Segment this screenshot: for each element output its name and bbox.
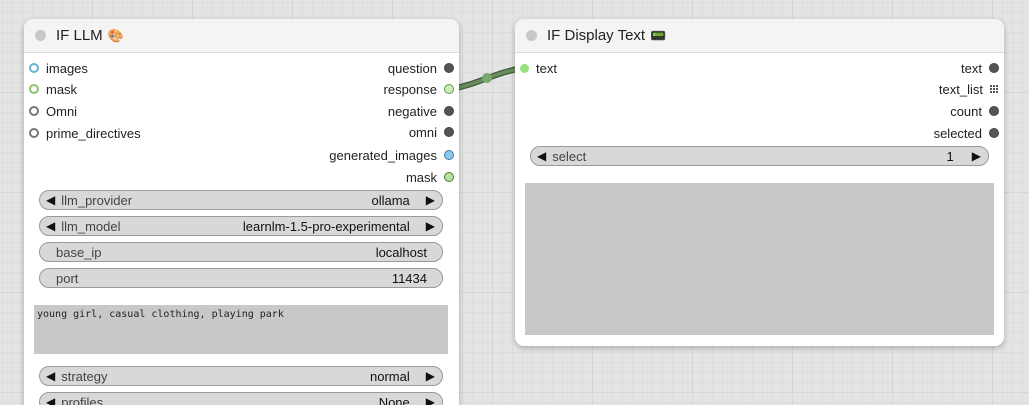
arrow-right-icon[interactable]: ▶ [954, 149, 988, 163]
output-slot-generated-images[interactable]: generated_images [329, 145, 454, 165]
widget-value: normal [370, 368, 410, 384]
profiles-combo[interactable]: ◀ profiles None ▶ [39, 392, 443, 405]
node-header[interactable]: IF LLM 🎨 [24, 19, 459, 53]
slot-label: mask [46, 81, 78, 97]
arrow-left-icon[interactable]: ◀ [40, 369, 61, 383]
widget-label: select [552, 148, 587, 164]
widget-label: llm_model [61, 218, 121, 234]
slot-label: text [961, 60, 982, 76]
text-display-area[interactable] [525, 183, 994, 335]
widget-label: profiles [61, 394, 104, 405]
input-slot-images[interactable]: images [29, 58, 88, 78]
widget-value: None [378, 394, 410, 405]
node-title: IF Display Text [547, 27, 646, 44]
input-socket-icon[interactable] [29, 106, 39, 116]
arrow-right-icon[interactable]: ▶ [410, 193, 442, 207]
llm-model-combo[interactable]: ◀ llm_model learnlm-1.5-pro-experimental… [39, 216, 443, 236]
output-socket-icon[interactable] [444, 172, 454, 182]
slot-label: count [950, 103, 982, 119]
input-slot-text[interactable]: text [520, 58, 557, 78]
collapse-toggle[interactable] [526, 30, 537, 41]
arrow-right-icon[interactable]: ▶ [410, 369, 442, 383]
arrow-left-icon[interactable]: ◀ [531, 149, 552, 163]
output-slot-count[interactable]: count [950, 101, 999, 121]
if-llm-node[interactable]: IF LLM 🎨 images mask Omni prime_directiv… [24, 19, 459, 405]
slot-label: text [536, 60, 557, 76]
slot-label: mask [405, 169, 437, 185]
output-slot-omni[interactable]: omni [409, 122, 454, 142]
output-socket-icon[interactable] [989, 63, 999, 73]
input-slot-mask[interactable]: mask [29, 79, 77, 99]
widget-value: 1 [946, 148, 954, 164]
slot-label: Omni [46, 103, 78, 119]
slot-label: question [387, 60, 437, 76]
output-socket-icon[interactable] [444, 84, 454, 94]
link-center-marker [482, 73, 492, 83]
list-grid-icon[interactable] [990, 84, 999, 94]
output-slot-mask[interactable]: mask [406, 167, 454, 187]
output-socket-icon[interactable] [989, 128, 999, 138]
slot-label: negative [387, 103, 437, 119]
widget-label: port [56, 270, 79, 286]
input-socket-icon[interactable] [29, 63, 39, 73]
widget-value: learnlm-1.5-pro-experimental [242, 218, 410, 234]
arrow-left-icon[interactable]: ◀ [40, 395, 61, 405]
output-slot-text-list[interactable]: text_list [939, 79, 999, 99]
arrow-right-icon[interactable]: ▶ [410, 219, 442, 233]
output-socket-icon[interactable] [444, 127, 454, 137]
collapse-toggle[interactable] [35, 30, 46, 41]
input-slot-prime-directives[interactable]: prime_directives [29, 123, 141, 143]
widget-value: 11434 [391, 270, 427, 286]
output-socket-icon[interactable] [989, 106, 999, 116]
slot-label: selected [933, 125, 982, 141]
palette-icon: 🎨 [107, 27, 124, 43]
input-slot-omni[interactable]: Omni [29, 101, 77, 121]
slot-label: omni [408, 124, 437, 140]
widget-label: llm_provider [61, 192, 133, 208]
widget-label: base_ip [56, 244, 102, 260]
prompt-textarea[interactable]: young girl, casual clothing, playing par… [34, 305, 448, 354]
widget-value: ollama [371, 192, 410, 208]
workflow-canvas[interactable]: IF LLM 🎨 images mask Omni prime_directiv… [0, 0, 1029, 405]
slot-label: text_list [938, 81, 983, 97]
select-stepper[interactable]: ◀ select 1 ▶ [530, 146, 989, 166]
widget-value: localhost [375, 244, 427, 260]
arrow-left-icon[interactable]: ◀ [40, 219, 61, 233]
output-slot-selected[interactable]: selected [934, 123, 999, 143]
input-socket-icon[interactable] [520, 63, 529, 73]
node-title: IF LLM [56, 27, 103, 44]
output-slot-question[interactable]: question [388, 58, 454, 78]
node-header[interactable]: IF Display Text 📟 [515, 19, 1004, 53]
slot-label: images [46, 60, 88, 76]
widget-label: strategy [61, 368, 108, 384]
strategy-combo[interactable]: ◀ strategy normal ▶ [39, 366, 443, 386]
input-socket-icon[interactable] [29, 128, 39, 138]
terminal-icon: 📟 [650, 27, 667, 43]
output-socket-icon[interactable] [444, 106, 454, 116]
arrow-right-icon[interactable]: ▶ [410, 395, 442, 405]
slot-label: prime_directives [46, 125, 141, 141]
base-ip-field[interactable]: base_ip localhost [39, 242, 443, 262]
slot-label: generated_images [329, 147, 437, 163]
output-slot-text[interactable]: text [961, 58, 999, 78]
if-display-text-node[interactable]: IF Display Text 📟 text text text_list co… [515, 19, 1004, 346]
output-socket-icon[interactable] [444, 150, 454, 160]
llm-provider-combo[interactable]: ◀ llm_provider ollama ▶ [39, 190, 443, 210]
port-field[interactable]: port 11434 [39, 268, 443, 288]
slot-label: response [383, 81, 437, 97]
input-socket-icon[interactable] [29, 84, 39, 94]
output-slot-negative[interactable]: negative [388, 101, 454, 121]
output-socket-icon[interactable] [444, 63, 454, 73]
arrow-left-icon[interactable]: ◀ [40, 193, 61, 207]
output-slot-response[interactable]: response [384, 79, 454, 99]
